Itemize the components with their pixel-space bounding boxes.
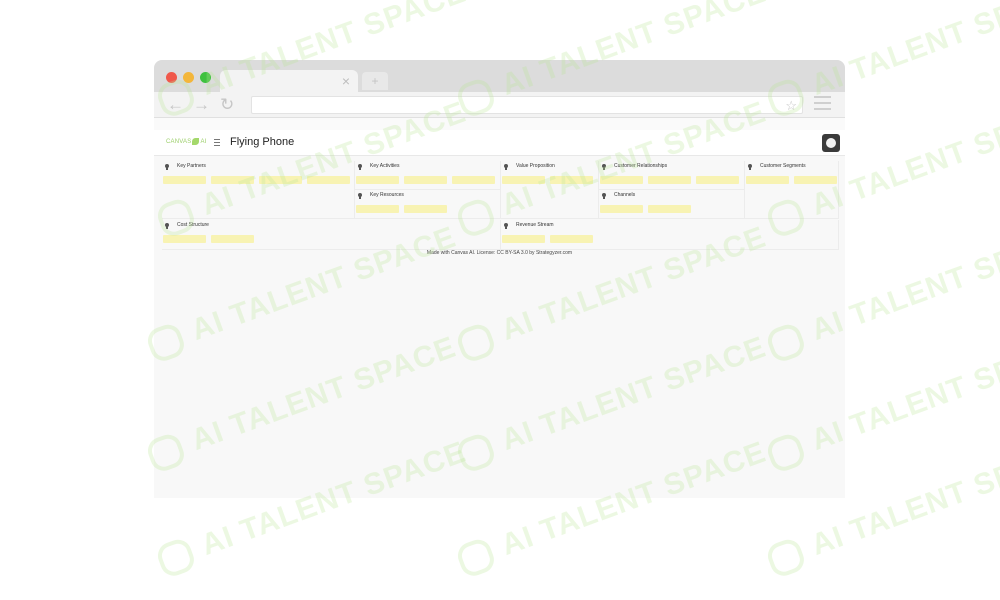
address-bar[interactable]: ☆ — [251, 96, 803, 114]
block-label: Key Activities — [370, 163, 400, 169]
canvas-block-key-activities[interactable]: Key Activities — [355, 161, 501, 190]
sticky-note[interactable] — [163, 235, 206, 243]
bookmark-star-icon[interactable]: ☆ — [785, 97, 797, 114]
close-tab-icon[interactable]: × — [342, 72, 350, 90]
block-label: Cost Structure — [177, 222, 209, 228]
canvas-title: Flying Phone — [230, 136, 295, 148]
sticky-note[interactable] — [502, 235, 545, 243]
close-window-button[interactable] — [166, 72, 177, 83]
sticky-note[interactable] — [163, 176, 206, 184]
canvas-block-value-proposition[interactable]: Value Proposition — [501, 161, 599, 219]
block-label: Channels — [614, 192, 636, 198]
leaf-icon — [192, 138, 200, 145]
pin-icon — [602, 193, 606, 199]
canvas-block-key-resources[interactable]: Key Resources — [355, 190, 501, 219]
sticky-note[interactable] — [211, 235, 254, 243]
sticky-note[interactable] — [648, 176, 691, 184]
block-label: Key Resources — [370, 192, 404, 198]
sticky-note[interactable] — [502, 176, 545, 184]
sticky-note[interactable] — [404, 205, 447, 213]
sticky-note[interactable] — [356, 205, 399, 213]
watermark-knot-icon — [454, 536, 498, 580]
maximize-window-button[interactable] — [200, 72, 211, 83]
canvas-block-channels[interactable]: Channels — [599, 190, 745, 219]
sticky-note[interactable] — [600, 205, 643, 213]
reload-icon[interactable]: ↻ — [220, 95, 234, 115]
app-header: CANVAS AI Flying Phone — [154, 130, 845, 156]
sticky-note[interactable] — [259, 176, 302, 184]
block-label: Value Proposition — [516, 163, 555, 169]
canvas-block-cost-structure[interactable]: Cost Structure — [162, 220, 501, 250]
sticky-note[interactable] — [211, 176, 254, 184]
pin-icon — [602, 164, 606, 170]
block-label: Customer Relationships — [614, 163, 668, 169]
screenshot-stage: × + ← → ↻ ☆ CANVAS AI Flying Phone Key Pa… — [0, 0, 1000, 600]
canvas-block-key-partners[interactable]: Key Partners — [162, 161, 355, 219]
block-label: Revenue Stream — [516, 222, 554, 228]
sticky-note[interactable] — [307, 176, 350, 184]
sticky-note[interactable] — [550, 235, 593, 243]
block-label: Customer Segments — [760, 163, 806, 169]
minimize-window-button[interactable] — [183, 72, 194, 83]
new-tab-button[interactable]: + — [362, 72, 388, 90]
pin-icon — [358, 164, 362, 170]
user-avatar[interactable] — [822, 134, 840, 152]
app-logo[interactable]: CANVAS AI — [166, 138, 207, 145]
forward-arrow-icon[interactable]: → — [193, 95, 210, 115]
sticky-note[interactable] — [746, 176, 789, 184]
pin-icon — [504, 164, 508, 170]
tab-bar: × + — [154, 60, 845, 92]
watermark-knot-icon — [764, 536, 808, 580]
pin-icon — [165, 223, 169, 229]
sticky-note[interactable] — [696, 176, 739, 184]
browser-window: × + ← → ↻ ☆ CANVAS AI Flying Phone Key Pa… — [154, 60, 845, 498]
sticky-note[interactable] — [600, 176, 643, 184]
sticky-note[interactable] — [794, 176, 837, 184]
canvas-block-customer-relationships[interactable]: Customer Relationships — [599, 161, 745, 190]
web-page: CANVAS AI Flying Phone Key Partners Key Ac… — [154, 130, 845, 498]
pin-icon — [748, 164, 752, 170]
canvas-block-customer-segments[interactable]: Customer Segments — [745, 161, 839, 219]
hamburger-menu-icon[interactable] — [214, 139, 220, 148]
pin-icon — [358, 193, 362, 199]
sticky-note[interactable] — [452, 176, 495, 184]
sticky-note[interactable] — [404, 176, 447, 184]
business-model-canvas: Key Partners Key Activities Key Resources V… — [162, 161, 839, 250]
logo-text-right: AI — [200, 139, 207, 146]
sticky-note[interactable] — [550, 176, 593, 184]
sticky-note[interactable] — [648, 205, 691, 213]
back-arrow-icon[interactable]: ← — [167, 95, 184, 115]
block-label: Key Partners — [177, 163, 206, 169]
canvas-block-revenue-stream[interactable]: Revenue Stream — [501, 220, 839, 250]
navigation-bar: ← → ↻ ☆ — [154, 92, 845, 118]
footer-license-text: Made with Canvas AI. License: CC BY-SA 3… — [426, 250, 573, 256]
browser-menu-icon[interactable] — [814, 96, 831, 110]
logo-text-left: CANVAS — [166, 139, 192, 146]
pin-icon — [504, 223, 508, 229]
watermark-knot-icon — [154, 536, 198, 580]
sticky-note[interactable] — [356, 176, 399, 184]
pin-icon — [165, 164, 169, 170]
browser-tab[interactable]: × — [220, 70, 358, 92]
